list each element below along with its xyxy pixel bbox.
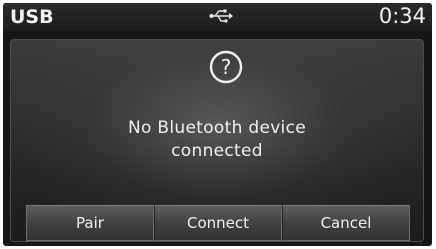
cancel-button[interactable]: Cancel: [282, 205, 410, 241]
question-glyph: ?: [221, 55, 232, 79]
bluetooth-dialog: ? No Bluetooth device connected Pair Con…: [10, 39, 424, 242]
question-icon: ?: [209, 50, 243, 84]
dialog-message-line-2: connected: [171, 141, 263, 161]
usb-icon: [209, 9, 233, 23]
head-unit-screen: USB 0:34 ? No Bluetooth device connected…: [3, 3, 432, 246]
clock: 0:34: [378, 4, 426, 28]
pair-button[interactable]: Pair: [26, 205, 154, 241]
media-mode-label: USB: [10, 6, 54, 28]
connect-button[interactable]: Connect: [154, 205, 282, 241]
dialog-button-bar: Pair Connect Cancel: [26, 205, 410, 241]
dialog-message-line-1: No Bluetooth device: [128, 118, 306, 138]
dialog-message: No Bluetooth device connected: [11, 117, 423, 163]
status-bar: USB 0:34: [3, 3, 432, 31]
